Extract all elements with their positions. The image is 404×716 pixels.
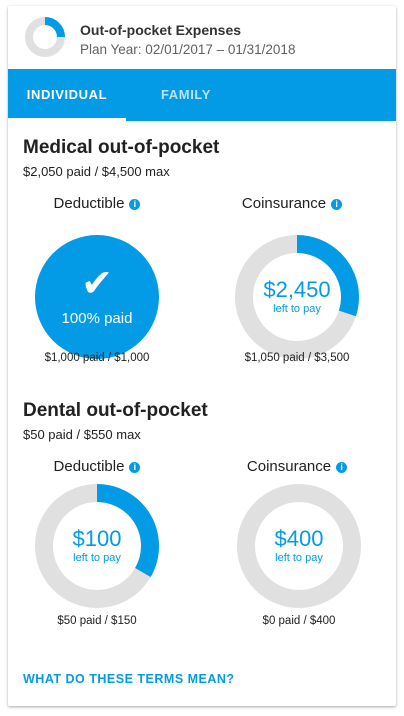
dental-coinsurance-ring: $400 left to pay [236,483,362,609]
plan-year: Plan Year: 02/01/2017 – 01/31/2018 [80,42,296,57]
dental-deductible-label-text: Deductible [53,458,125,475]
header-progress-ring-icon [24,16,66,58]
info-icon[interactable]: i [129,462,141,473]
medical-coinsurance-ring: $2,450 left to pay [234,234,360,360]
dental-summary: $50 paid / $550 max [23,427,141,442]
info-icon[interactable]: i [331,199,343,210]
medical-deductible-ring: ✔ 100% paid [34,234,160,360]
checkmark-icon: ✔ [81,262,113,305]
terms-link[interactable]: WHAT DO THESE TERMS MEAN? [23,672,235,686]
dental-deductible-ring: $100 left to pay [34,483,160,609]
medical-coinsurance-detail: $1,050 paid / $3,500 [244,352,350,364]
header-title: Out-of-pocket Expenses [80,22,242,38]
dental-deductible-caption: left to pay [73,552,121,564]
expenses-card: Out-of-pocket Expenses Plan Year: 02/01/… [8,6,396,706]
tab-indicator [8,118,126,121]
dental-coinsurance-caption: left to pay [275,552,323,564]
tab-individual[interactable]: INDIVIDUAL [8,69,126,121]
dental-coinsurance-label-text: Coinsurance [246,458,332,475]
medical-coinsurance-caption: left to pay [273,303,321,315]
medical-coinsurance-label: Coinsurance i [217,195,367,212]
dental-title: Dental out-of-pocket [23,400,208,421]
info-icon[interactable]: i [129,199,141,210]
dental-deductible-label: Deductible i [22,458,172,475]
coverage-tabs: INDIVIDUAL FAMILY [8,69,396,121]
medical-summary: $2,050 paid / $4,500 max [23,164,170,179]
dental-deductible-detail: $50 paid / $150 [57,615,137,627]
medical-deductible-status: 100% paid [61,309,133,327]
medical-title: Medical out-of-pocket [23,137,220,158]
info-icon[interactable]: i [336,462,348,473]
dental-coinsurance-label: Coinsurance i [222,458,372,475]
medical-deductible-label-text: Deductible [53,195,125,212]
dental-deductible-amount: $100 [72,526,122,551]
dental-coinsurance-amount: $400 [274,526,324,551]
medical-deductible-label: Deductible i [22,195,172,212]
dental-coinsurance-detail: $0 paid / $400 [262,615,336,627]
medical-coinsurance-label-text: Coinsurance [241,195,327,212]
medical-coinsurance-amount: $2,450 [263,277,331,302]
tab-family[interactable]: FAMILY [126,69,246,121]
card-header: Out-of-pocket Expenses Plan Year: 02/01/… [8,6,396,69]
medical-deductible-detail: $1,000 paid / $1,000 [44,352,150,364]
